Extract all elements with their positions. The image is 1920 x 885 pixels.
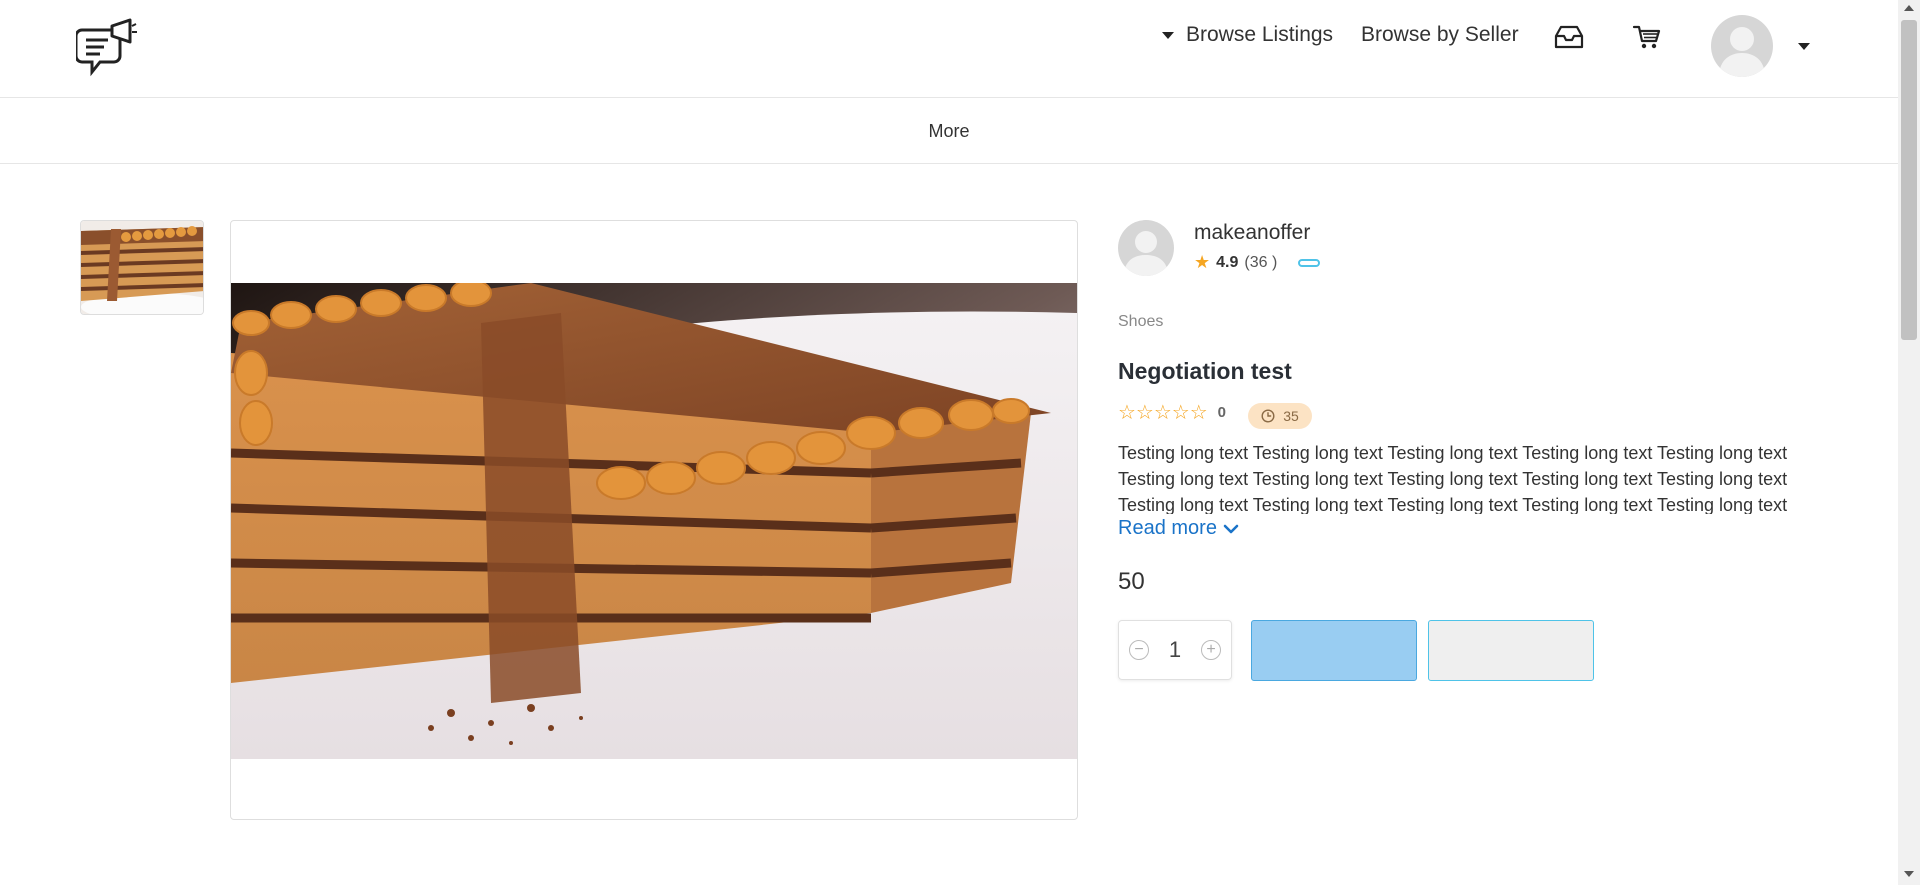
caret-down-icon <box>1162 31 1174 39</box>
seller-rating: ★ 4.9 (36 ) <box>1194 252 1277 273</box>
user-avatar[interactable] <box>1711 15 1773 77</box>
inbox-icon[interactable] <box>1553 24 1585 50</box>
seller-badge <box>1298 259 1320 267</box>
seller-silhouette-icon <box>1124 231 1168 276</box>
page-scrollbar[interactable] <box>1898 0 1920 885</box>
rating-count: 0 <box>1217 404 1226 421</box>
cake-main-image <box>231 283 1077 759</box>
scroll-thumb[interactable] <box>1901 20 1917 340</box>
user-menu-caret-icon[interactable] <box>1798 43 1810 50</box>
decrease-quantity-button[interactable]: − <box>1129 640 1149 660</box>
seller-name[interactable]: makeanoffer <box>1194 221 1310 245</box>
product-category: Shoes <box>1118 313 1164 330</box>
secondary-nav: More <box>0 99 1898 164</box>
scroll-up-arrow-icon[interactable] <box>1904 5 1914 11</box>
browse-by-seller-link[interactable]: Browse by Seller <box>1361 20 1519 50</box>
browse-by-seller-label: Browse by Seller <box>1361 23 1519 46</box>
rating-stars-icon: ☆☆☆☆☆ <box>1118 402 1208 424</box>
scroll-down-arrow-icon[interactable] <box>1904 871 1914 877</box>
logo-icon[interactable] <box>76 16 138 82</box>
primary-action-button[interactable] <box>1251 620 1417 681</box>
time-badge: 35 <box>1248 403 1312 429</box>
cart-icon[interactable] <box>1632 22 1662 52</box>
clock-icon <box>1261 409 1275 423</box>
seller-review-count: (36 ) <box>1244 253 1278 271</box>
quantity-value[interactable]: 1 <box>1169 637 1181 663</box>
chevron-down-icon <box>1223 524 1239 533</box>
star-icon: ★ <box>1194 252 1211 272</box>
product-price: 50 <box>1118 568 1145 595</box>
seller-rating-score: 4.9 <box>1216 253 1239 271</box>
seller-avatar[interactable] <box>1118 220 1174 276</box>
gallery-thumbnail[interactable] <box>80 220 204 315</box>
product-rating: ☆☆☆☆☆ 0 <box>1118 400 1226 425</box>
top-header: Browse Listings Browse by Seller <box>0 0 1898 98</box>
product-title: Negotiation test <box>1118 358 1292 384</box>
read-more-label: Read more <box>1118 517 1217 539</box>
cake-thumbnail-image <box>81 221 203 314</box>
read-more-link[interactable]: Read more <box>1118 517 1239 540</box>
user-silhouette-icon <box>1719 27 1765 77</box>
quantity-stepper: − 1 + <box>1118 620 1232 680</box>
product-description: Testing long text Testing long text Test… <box>1118 443 1788 514</box>
increase-quantity-button[interactable]: + <box>1201 640 1221 660</box>
secondary-action-button[interactable] <box>1428 620 1594 681</box>
browse-listings-menu[interactable]: Browse Listings <box>1162 20 1333 50</box>
main-image-frame[interactable] <box>230 220 1078 820</box>
time-badge-value: 35 <box>1283 408 1299 424</box>
browse-listings-label: Browse Listings <box>1186 23 1334 46</box>
more-menu[interactable]: More <box>928 121 969 142</box>
